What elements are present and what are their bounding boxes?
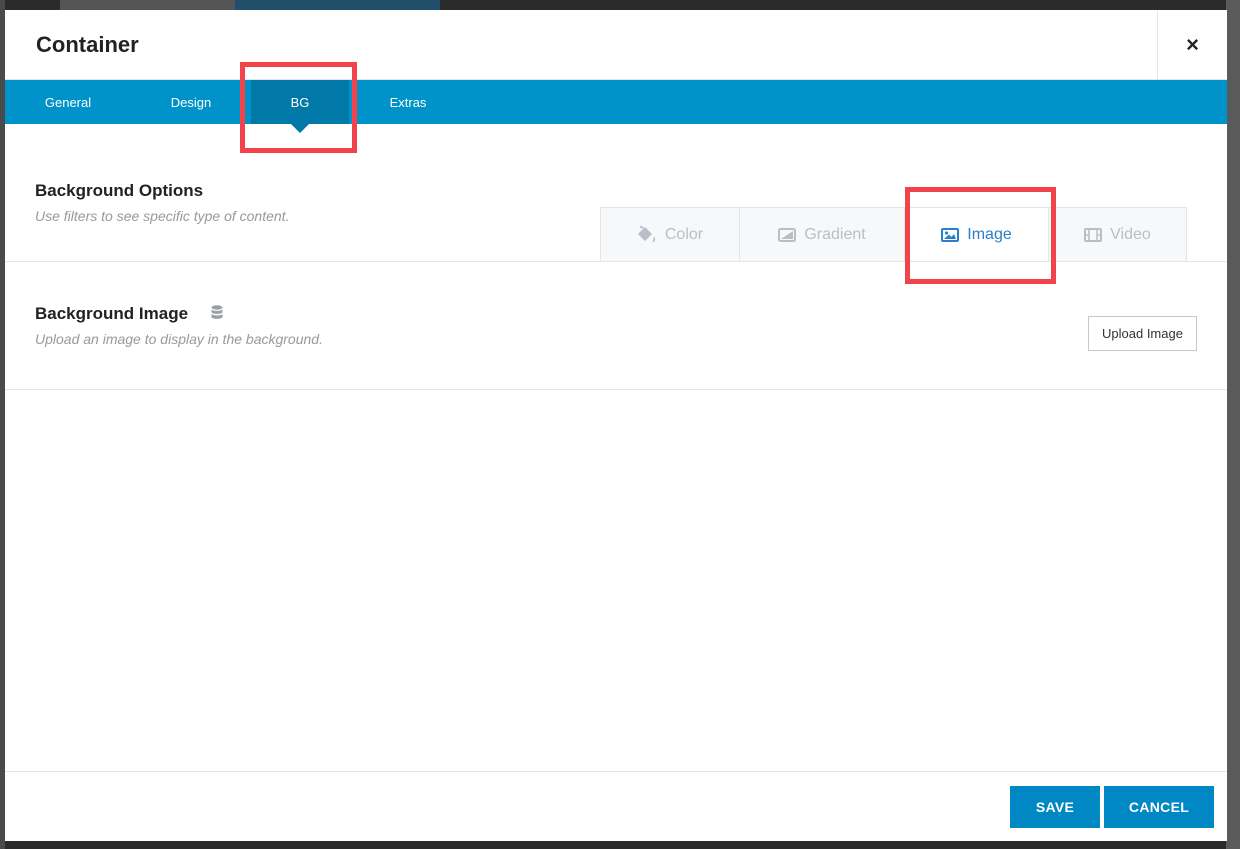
tab-extras[interactable]: Extras bbox=[349, 80, 467, 124]
filter-color-label: Color bbox=[664, 225, 704, 243]
background-image-title: Background Image bbox=[35, 304, 189, 323]
background-options-section: Background Options Use filters to see sp… bbox=[5, 124, 1227, 262]
tab-design-label: Design bbox=[170, 94, 212, 110]
cancel-button[interactable]: CANCEL bbox=[1104, 785, 1214, 828]
background-options-title: Background Options bbox=[35, 181, 204, 200]
film-icon bbox=[1084, 227, 1103, 242]
upload-image-button[interactable]: Upload Image bbox=[1088, 316, 1197, 351]
backdrop-right-edge bbox=[1226, 0, 1240, 849]
tab-bg-label: BG bbox=[290, 94, 310, 110]
paint-bucket-icon bbox=[637, 225, 655, 242]
database-icon bbox=[211, 305, 223, 319]
image-icon bbox=[941, 227, 960, 242]
filter-image[interactable]: Image bbox=[905, 208, 1049, 261]
background-options-description: Use filters to see specific type of cont… bbox=[35, 208, 290, 224]
filter-gradient[interactable]: Gradient bbox=[740, 208, 905, 261]
background-image-description: Upload an image to display in the backgr… bbox=[35, 331, 323, 347]
modal-body-empty-space bbox=[5, 390, 1227, 771]
filter-video[interactable]: Video bbox=[1049, 208, 1186, 261]
tab-bg[interactable]: BG bbox=[251, 80, 349, 124]
modal-header: Container × bbox=[5, 9, 1227, 80]
backdrop-top-strip-accent bbox=[235, 0, 440, 10]
filter-gradient-label: Gradient bbox=[804, 225, 866, 243]
background-image-section: Background Image Upload an image to disp… bbox=[5, 262, 1227, 390]
tab-general[interactable]: General bbox=[5, 80, 131, 124]
tab-extras-label: Extras bbox=[389, 94, 427, 110]
close-button[interactable]: × bbox=[1157, 9, 1227, 80]
background-filter-group: Color Gradient Image Video bbox=[600, 207, 1187, 261]
modal-title: Container bbox=[36, 31, 139, 57]
save-button[interactable]: SAVE bbox=[1010, 785, 1100, 828]
tab-design[interactable]: Design bbox=[131, 80, 251, 124]
filter-video-label: Video bbox=[1110, 225, 1151, 243]
modal-footer: SAVE CANCEL bbox=[5, 771, 1227, 841]
filter-color[interactable]: Color bbox=[601, 208, 740, 261]
gradient-icon bbox=[778, 227, 797, 242]
tab-general-label: General bbox=[44, 94, 92, 110]
tab-bar: General Design BG Extras bbox=[5, 80, 1227, 124]
close-icon: × bbox=[1186, 31, 1199, 57]
filter-image-label: Image bbox=[967, 225, 1012, 243]
container-modal: Container × General Design BG Extras Bac… bbox=[5, 9, 1227, 841]
